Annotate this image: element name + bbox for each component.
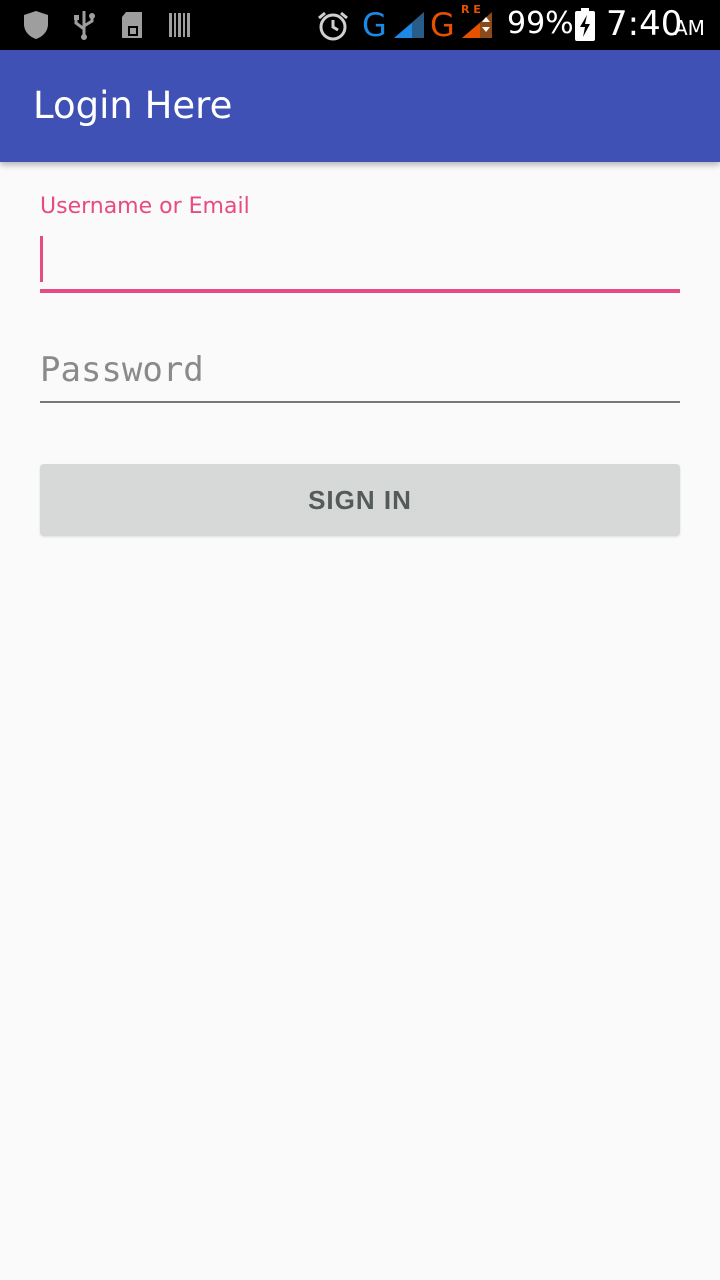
battery-charging-icon xyxy=(573,8,597,41)
username-label: Username or Email xyxy=(40,194,250,219)
sd-card-icon xyxy=(120,10,144,40)
status-bar: G G R E 99% 7:40 AM xyxy=(0,0,720,50)
password-input[interactable]: Password xyxy=(40,342,680,404)
barcode-icon xyxy=(168,10,192,40)
clock-ampm: AM xyxy=(674,16,705,40)
app-title: Login Here xyxy=(33,84,233,127)
username-underline xyxy=(40,289,680,293)
battery-percent: 99% xyxy=(507,6,574,41)
alarm-icon xyxy=(316,10,350,41)
sign-in-label: SIGN IN xyxy=(308,484,412,515)
shield-icon xyxy=(22,10,50,40)
sign-in-button[interactable]: SIGN IN xyxy=(40,464,680,536)
roaming-signal-icon xyxy=(460,10,494,40)
text-cursor xyxy=(40,236,43,282)
username-input[interactable] xyxy=(40,232,680,293)
usb-icon xyxy=(72,10,96,40)
network-type-2: G xyxy=(430,6,455,44)
network-type-1: G xyxy=(362,6,387,44)
app-bar: Login Here xyxy=(0,50,720,162)
clock-time: 7:40 xyxy=(606,4,683,44)
signal-icon xyxy=(392,10,426,40)
password-placeholder: Password xyxy=(40,350,204,390)
login-form: Username or Email Password SIGN IN xyxy=(0,162,720,1280)
password-underline xyxy=(40,401,680,403)
